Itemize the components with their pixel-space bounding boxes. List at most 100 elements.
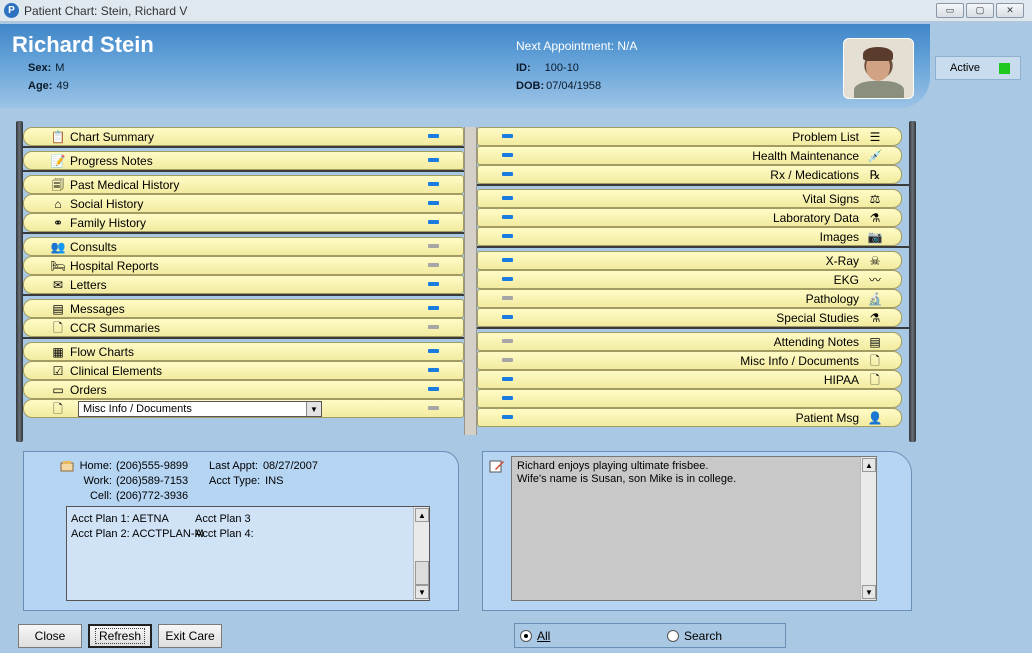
tab-status-indicator — [502, 234, 513, 238]
radio-search-indicator[interactable] — [667, 630, 679, 642]
close-button[interactable]: Close — [18, 624, 82, 648]
tab-left-social-history[interactable]: ⌂ Social History — [23, 194, 464, 213]
tab-status-indicator — [428, 244, 439, 248]
tab-left-clinical-elements[interactable]: ☑ Clinical Elements — [23, 361, 464, 380]
radio-all[interactable]: All — [520, 629, 550, 643]
scroll-thumb[interactable] — [415, 561, 429, 585]
patient-photo[interactable] — [843, 38, 914, 99]
tab-status-indicator — [428, 387, 439, 391]
tab-left-flow-charts[interactable]: ▦ Flow Charts — [23, 342, 464, 361]
tab-label: EKG — [833, 272, 859, 287]
left-rail — [16, 121, 23, 442]
tab-label: Health Maintenance — [752, 148, 859, 163]
tab-right-x-ray[interactable]: ☠ X-Ray — [477, 251, 902, 270]
message-icon: ▤ — [869, 334, 881, 349]
notes-scroll-down-button[interactable]: ▼ — [862, 585, 876, 599]
tab-left-letters[interactable]: ✉ Letters — [23, 275, 464, 294]
chevron-down-icon[interactable]: ▼ — [306, 402, 321, 416]
notes-panel: Richard enjoys playing ultimate frisbee.… — [482, 451, 912, 611]
tab-right-blank[interactable] — [477, 389, 902, 408]
tab-left-chart-summary[interactable]: 📋 Chart Summary — [23, 127, 464, 146]
tab-right-attending-notes[interactable]: ▤ Attending Notes — [477, 332, 902, 351]
tab-label: Problem List — [792, 129, 859, 144]
account-plans-list[interactable]: Acct Plan 1: AETNA Acct Plan 3 Acct Plan… — [66, 506, 430, 601]
group-divider — [23, 337, 464, 339]
tab-label: Patient Msg — [795, 410, 859, 425]
tab-right-laboratory-data[interactable]: ⚗ Laboratory Data — [477, 208, 902, 227]
radio-search[interactable]: Search — [667, 629, 722, 643]
tab-right-patient-msg[interactable]: 👤 Patient Msg — [477, 408, 902, 427]
tab-status-indicator — [502, 296, 513, 300]
tab-label: Pathology — [805, 291, 859, 306]
status-label: Active — [950, 62, 980, 74]
tab-left-consults[interactable]: 👥 Consults — [23, 237, 464, 256]
cell-phone: (206)772-3936 — [116, 490, 189, 502]
camera-icon: 📷 — [867, 229, 883, 244]
tab-label: Social History — [70, 196, 144, 211]
tab-right-misc-info-documents[interactable]: 🗋 Misc Info / Documents — [477, 351, 902, 370]
minimize-button[interactable]: ▭ — [936, 3, 964, 18]
tab-label: Vital Signs — [802, 191, 859, 206]
notes-scroll-up-button[interactable]: ▲ — [862, 458, 876, 472]
tab-right-ekg[interactable]: 〰 EKG — [477, 270, 902, 289]
tab-label: Progress Notes — [70, 153, 153, 168]
tab-left-family-history[interactable]: ⚭ Family History — [23, 213, 464, 232]
tab-status-indicator — [502, 358, 513, 362]
tab-status-indicator — [502, 396, 513, 400]
tab-status-indicator — [502, 134, 513, 138]
tab-right-hipaa[interactable]: 🗋 HIPAA — [477, 370, 902, 389]
tab-left-past-medical-history[interactable]: 🗐 Past Medical History — [23, 175, 464, 194]
tab-status-indicator — [502, 172, 513, 176]
notes-scrollbar[interactable]: ▲ ▼ — [860, 457, 876, 600]
tab-right-pathology[interactable]: 🔬 Pathology — [477, 289, 902, 308]
tab-status-indicator — [428, 349, 439, 353]
scroll-up-button[interactable]: ▲ — [415, 508, 429, 522]
tab-left-misc-info-documents[interactable]: 🗋 Misc Info / Documents ▼ — [23, 399, 464, 418]
tab-status-indicator — [502, 215, 513, 219]
tab-status-indicator — [428, 406, 439, 410]
exit-care-button[interactable]: Exit Care — [158, 624, 222, 648]
tab-left-hospital-reports[interactable]: 🛏 Hospital Reports — [23, 256, 464, 275]
sex-row: Sex: M — [28, 62, 65, 74]
tab-status-indicator — [428, 368, 439, 372]
tab-left-messages[interactable]: ▤ Messages — [23, 299, 464, 318]
edit-note-icon[interactable] — [489, 458, 505, 477]
tab-label: Special Studies — [776, 310, 859, 325]
sex-value: M — [55, 62, 65, 74]
tab-left-ccr-summaries[interactable]: 🗋 CCR Summaries — [23, 318, 464, 337]
message-icon: ▤ — [52, 301, 64, 316]
tab-right-health-maintenance[interactable]: 💉 Health Maintenance — [477, 146, 902, 165]
tab-right-rx-medications[interactable]: ℞ Rx / Medications — [477, 165, 902, 184]
work-phone: (206)589-7153 — [116, 475, 189, 487]
close-window-button[interactable]: ✕ — [996, 3, 1024, 18]
tab-status-indicator — [502, 277, 513, 281]
page-icon: 🗋 — [53, 401, 63, 416]
patient-notes-textarea[interactable]: Richard enjoys playing ultimate frisbee.… — [511, 456, 877, 601]
tab-right-problem-list[interactable]: ☰ Problem List — [477, 127, 902, 146]
refresh-button[interactable]: Refresh — [88, 624, 152, 648]
tab-right-images[interactable]: 📷 Images — [477, 227, 902, 246]
tab-label: Misc Info / Documents — [740, 353, 859, 368]
tab-label: Family History — [70, 215, 147, 230]
acct-plans-scrollbar[interactable]: ▲ ▼ — [413, 507, 429, 600]
tab-status-indicator — [502, 258, 513, 262]
tab-right-vital-signs[interactable]: ⚖ Vital Signs — [477, 189, 902, 208]
tab-left-progress-notes[interactable]: 📝 Progress Notes — [23, 151, 464, 170]
misc-documents-select[interactable]: Misc Info / Documents ▼ — [78, 401, 322, 417]
group-divider — [23, 146, 464, 148]
group-divider — [477, 184, 909, 186]
tab-label: Attending Notes — [773, 334, 859, 349]
clipboard-icon: 📋 — [50, 129, 66, 144]
radio-all-indicator[interactable] — [520, 630, 532, 642]
people-icon: 👥 — [50, 239, 66, 254]
hospital-bed-icon: 🛏 — [50, 258, 66, 273]
maximize-button[interactable]: ▢ — [966, 3, 994, 18]
patient-notes-text: Richard enjoys playing ultimate frisbee.… — [517, 460, 737, 485]
tab-right-special-studies[interactable]: ⚗ Special Studies — [477, 308, 902, 327]
tab-status-indicator — [428, 201, 439, 205]
scroll-down-button[interactable]: ▼ — [415, 585, 429, 599]
tab-left-orders[interactable]: ▭ Orders — [23, 380, 464, 399]
people-message-icon: 👤 — [867, 410, 883, 425]
filter-radio-group: All Search — [514, 623, 786, 648]
tab-label: Past Medical History — [70, 177, 180, 192]
